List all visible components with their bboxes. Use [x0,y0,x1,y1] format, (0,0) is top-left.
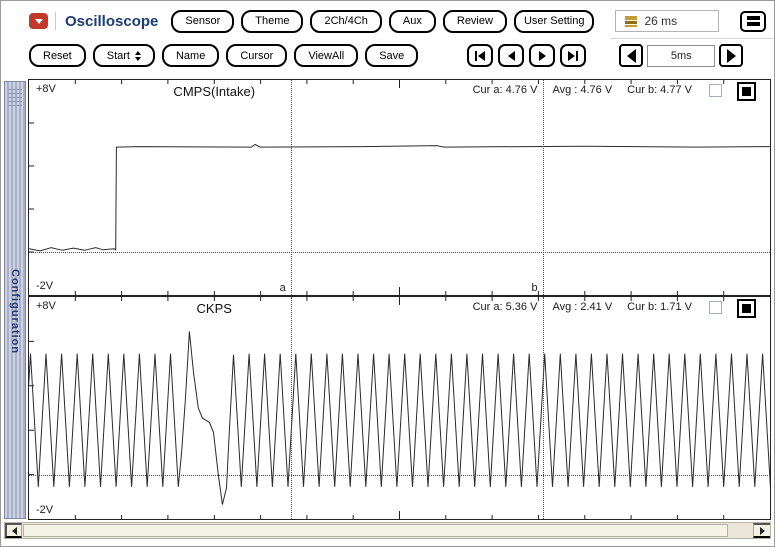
toolbar: Reset Start Name Cursor ViewAll Save 5ms [29,42,766,69]
save-button[interactable]: Save [365,44,418,67]
ch1-cur-b: Cur b: 4.77 V [627,84,692,96]
forward-icon [539,51,546,61]
start-spinner-icon [135,51,141,61]
page-title: Oscilloscope [65,13,158,30]
cursor-ab-time-icon [625,16,637,27]
skip-end-button[interactable] [560,44,586,67]
ch2-title: CKPS [197,301,232,316]
ch1-trace-style-button[interactable] [737,82,756,101]
ch1-cur-a: Cur a: 4.76 V [473,84,538,96]
aux-button[interactable]: Aux [389,10,436,33]
timebase-value: 5ms [647,45,715,67]
timebase-decrease-button[interactable] [619,44,643,67]
ch1-bottom-scale-label: -2V [36,280,53,292]
cursor-b-line[interactable] [543,297,544,519]
sidebar-tab-label: Configuration [9,106,21,518]
step-back-button[interactable] [498,44,524,67]
sidebar-tab-configuration[interactable]: Configuration [4,81,26,519]
scroll-right-button[interactable] [753,523,770,538]
ch2-display-checkbox[interactable] [709,301,722,314]
ch2-readouts: Cur a: 5.36 V Avg : 2.41 V Cur b: 1.71 V [473,301,692,313]
review-button[interactable]: Review [443,10,507,33]
cursor-a-line[interactable] [291,80,292,295]
grip-icon [8,89,22,106]
cursor-ab-time-value: 26 ms [644,14,677,28]
scroll-left-button[interactable] [5,523,22,538]
cursor-ab-time-display: 26 ms [615,10,719,32]
left-arrow-icon [627,49,636,63]
ch2-bottom-scale-label: -2V [36,504,53,516]
channel-mode-button[interactable]: 2Ch/4Ch [310,10,381,33]
name-button[interactable]: Name [162,44,219,67]
app-red-icon[interactable] [29,13,48,29]
channel-ckps-plot[interactable]: +8V CKPS Cur a: 5.36 V Avg : 2.41 V Cur … [28,296,771,520]
scrollbar-track[interactable] [22,523,753,538]
reset-button[interactable]: Reset [29,44,86,67]
skip-start-icon [478,51,485,61]
divider [55,12,56,30]
right-arrow-icon [727,49,736,63]
ch1-display-checkbox[interactable] [709,84,722,97]
ch1-avg: Avg : 4.76 V [552,84,612,96]
ch1-readouts: Cur a: 4.76 V Avg : 4.76 V Cur b: 4.77 V [473,84,692,96]
cursor-b-label: b [532,282,538,294]
chevron-down-icon [35,19,43,24]
skip-start-button[interactable] [467,44,493,67]
black-square-icon [742,87,751,96]
start-button[interactable]: Start [93,44,155,67]
timebase-selector: 5ms [619,44,743,67]
skip-end-icon [568,51,575,61]
menu-icon [747,16,760,20]
oscilloscope-window: Oscilloscope Sensor Theme 2Ch/4Ch Aux Re… [0,0,775,547]
ch2-trace-style-button[interactable] [737,299,756,318]
viewall-button[interactable]: ViewAll [294,44,358,67]
right-arrow-icon [760,527,765,535]
back-icon [508,51,515,61]
zero-volt-line [29,475,770,476]
cursor-a-line[interactable] [291,297,292,519]
theme-button[interactable]: Theme [241,10,303,33]
scope-area: +8V CMPS(Intake) Cur a: 4.76 V Avg : 4.7… [28,79,771,520]
channel-cmps-plot[interactable]: +8V CMPS(Intake) Cur a: 4.76 V Avg : 4.7… [28,79,771,296]
horizontal-scrollbar[interactable] [4,522,771,539]
sensor-button[interactable]: Sensor [171,10,234,33]
user-setting-button[interactable]: User Setting [514,10,595,33]
ch1-top-scale-label: +8V [36,83,56,95]
playback-controls [467,44,586,67]
ch1-title: CMPS(Intake) [173,84,255,99]
ch2-top-scale-label: +8V [36,300,56,312]
zero-volt-line [29,252,770,253]
step-forward-button[interactable] [529,44,555,67]
ch2-cur-a: Cur a: 5.36 V [473,301,538,313]
menu-button[interactable] [740,11,766,32]
cmps-waveform [29,80,770,295]
scrollbar-thumb[interactable] [23,524,728,537]
black-square-icon [742,304,751,313]
title-bar: Oscilloscope Sensor Theme 2Ch/4Ch Aux Re… [29,8,766,34]
cursor-a-label: a [280,282,286,294]
timebase-increase-button[interactable] [719,44,743,67]
ckps-waveform [29,297,770,519]
cursor-button[interactable]: Cursor [226,44,287,67]
ch2-avg: Avg : 2.41 V [552,301,612,313]
ch2-cur-b: Cur b: 1.71 V [627,301,692,313]
cursor-b-line[interactable] [543,80,544,295]
left-arrow-icon [12,527,17,535]
